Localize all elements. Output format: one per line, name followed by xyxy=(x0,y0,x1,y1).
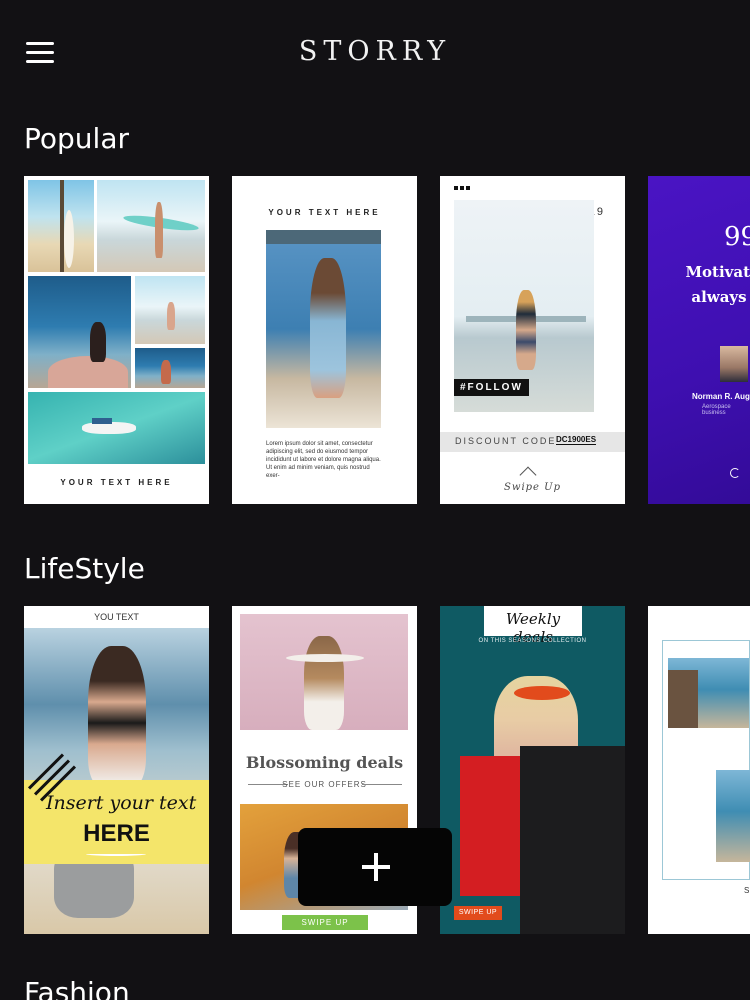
plus-icon xyxy=(374,853,378,881)
here-text: HERE xyxy=(83,820,150,847)
swipe-up-button: SWIPE UP xyxy=(282,915,368,930)
author-avatar xyxy=(720,346,748,382)
section-title-lifestyle: LifeStyle xyxy=(24,552,145,585)
card-text: S xyxy=(744,886,750,895)
discount-label: DISCOUNT CODE xyxy=(455,436,557,446)
author-name: Norman R. Aug xyxy=(692,392,750,401)
card-top-text: YOU TEXT xyxy=(94,612,139,622)
quote-mark-icon: 99 xyxy=(724,222,750,252)
collage-photo-boat xyxy=(28,392,205,464)
deals-title: Blossoming deals xyxy=(245,753,404,772)
collage-photo-surfer xyxy=(97,180,205,272)
collage-photo-beach-sit xyxy=(135,348,205,388)
template-card-coast[interactable]: S xyxy=(648,606,750,934)
card-photo-woman-sunglasses xyxy=(440,646,625,934)
collage-photo-rock-woman xyxy=(28,276,131,388)
card-caption: YOUR TEXT HERE xyxy=(268,208,381,217)
weekly-subtitle: ON THIS SEASONS COLLECTION xyxy=(478,638,587,644)
section-title-fashion: Fashion xyxy=(24,976,130,1000)
card-photo-woman-rocks xyxy=(266,230,381,428)
add-button[interactable] xyxy=(298,828,452,906)
author-role: Aerospace business xyxy=(702,404,731,416)
top-bar: STORRY xyxy=(0,0,750,110)
collage-photo-palm xyxy=(28,180,94,272)
insert-text: Insert your text xyxy=(46,792,197,814)
template-card-collage[interactable]: YOUR TEXT HERE xyxy=(24,176,209,504)
template-card-weekly-deals[interactable]: Weekly deals ON THIS SEASONS COLLECTION … xyxy=(440,606,625,934)
card-body-text: Lorem ipsum dolor sit amet, consectetur … xyxy=(266,441,381,479)
template-card-insert-text[interactable]: YOU TEXT Insert your text HERE xyxy=(24,606,209,934)
collage-photo-shore xyxy=(135,276,205,344)
section-title-popular: Popular xyxy=(24,122,129,155)
squiggle-decoration xyxy=(86,852,146,856)
divider xyxy=(362,784,402,785)
swipe-up-button: SWIPE UP xyxy=(454,906,502,920)
card-caption: YOUR TEXT HERE xyxy=(60,478,173,487)
chevron-up-icon xyxy=(519,466,537,484)
template-card-quote[interactable]: 99 Motivation almost always mere talk No… xyxy=(648,176,750,504)
app-title: STORRY xyxy=(298,36,452,67)
quote-text: Motivation almost always mere talk xyxy=(685,263,750,306)
template-card-follow[interactable]: 01/2019 #FOLLOW DISCOUNT CODE DC1900ES S… xyxy=(440,176,625,504)
template-card-text-photo[interactable]: YOUR TEXT HERE Lorem ipsum dolor sit ame… xyxy=(232,176,417,504)
card-photo-woman-pink-wall xyxy=(240,614,408,730)
card-photo-person xyxy=(716,770,750,862)
loading-spinner-icon xyxy=(730,468,740,478)
discount-code: DC1900ES xyxy=(556,435,597,445)
swipe-up-label: Swipe Up xyxy=(504,482,561,493)
follow-tag: #FOLLOW xyxy=(454,379,529,396)
dots-icon xyxy=(454,186,470,190)
